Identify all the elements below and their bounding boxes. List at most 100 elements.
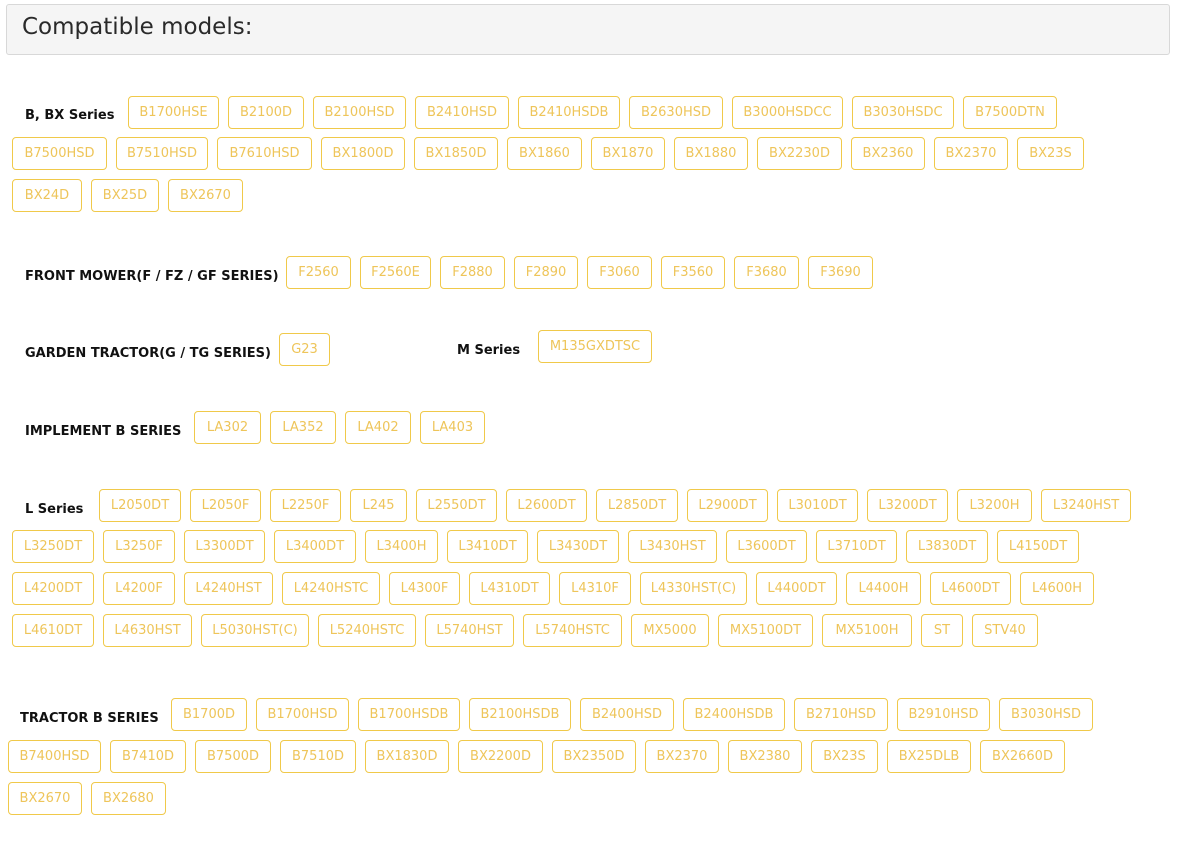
model-tag-l5740hst[interactable]: L5740HST	[425, 614, 514, 647]
model-tag-f2890[interactable]: F2890	[514, 256, 578, 289]
model-tag-l5740hstc[interactable]: L5740HSTC	[523, 614, 622, 647]
model-tag-l3830dt[interactable]: L3830DT	[906, 530, 988, 563]
model-tag-f2560e[interactable]: F2560E	[360, 256, 431, 289]
model-tag-bx2200d[interactable]: BX2200D	[458, 740, 543, 773]
model-tag-bx25d[interactable]: BX25D	[91, 179, 159, 212]
model-tag-l3710dt[interactable]: L3710DT	[816, 530, 897, 563]
model-tag-f3690[interactable]: F3690	[808, 256, 873, 289]
model-tag-b2100hsd[interactable]: B2100HSD	[313, 96, 406, 129]
model-tag-l4610dt[interactable]: L4610DT	[12, 614, 94, 647]
model-tag-b2100d[interactable]: B2100D	[228, 96, 304, 129]
model-tag-bx1870[interactable]: BX1870	[591, 137, 665, 170]
model-tag-l4150dt[interactable]: L4150DT	[997, 530, 1079, 563]
model-tag-bx2370[interactable]: BX2370	[645, 740, 719, 773]
model-tag-b3030hsd[interactable]: B3030HSD	[999, 698, 1093, 731]
model-tag-bx1880[interactable]: BX1880	[674, 137, 748, 170]
model-tag-l3250f[interactable]: L3250F	[103, 530, 175, 563]
model-tag-l3410dt[interactable]: L3410DT	[447, 530, 528, 563]
model-tag-l3430hst[interactable]: L3430HST	[628, 530, 717, 563]
model-tag-b7410d[interactable]: B7410D	[110, 740, 186, 773]
model-tag-l4200f[interactable]: L4200F	[103, 572, 175, 605]
model-tag-mx5100dt[interactable]: MX5100DT	[718, 614, 813, 647]
model-tag-mx5000[interactable]: MX5000	[631, 614, 709, 647]
model-tag-b3000hsdcc[interactable]: B3000HSDCC	[732, 96, 843, 129]
model-tag-la403[interactable]: LA403	[420, 411, 485, 444]
model-tag-la402[interactable]: LA402	[345, 411, 411, 444]
model-tag-bx2360[interactable]: BX2360	[851, 137, 925, 170]
model-tag-bx2370[interactable]: BX2370	[934, 137, 1008, 170]
model-tag-la352[interactable]: LA352	[270, 411, 336, 444]
model-tag-l4400dt[interactable]: L4400DT	[756, 572, 837, 605]
model-tag-la302[interactable]: LA302	[194, 411, 261, 444]
model-tag-l5030hst-c[interactable]: L5030HST(C)	[201, 614, 309, 647]
model-tag-bx25dlb[interactable]: BX25DLB	[887, 740, 971, 773]
model-tag-l4310f[interactable]: L4310F	[559, 572, 631, 605]
model-tag-bx2670[interactable]: BX2670	[8, 782, 82, 815]
model-tag-l4300f[interactable]: L4300F	[389, 572, 460, 605]
model-tag-f3560[interactable]: F3560	[661, 256, 725, 289]
model-tag-g23[interactable]: G23	[279, 333, 330, 366]
model-tag-b2410hsdb[interactable]: B2410HSDB	[518, 96, 620, 129]
model-tag-bx1860[interactable]: BX1860	[507, 137, 582, 170]
model-tag-bx1830d[interactable]: BX1830D	[365, 740, 449, 773]
model-tag-b1700d[interactable]: B1700D	[171, 698, 247, 731]
model-tag-l4600dt[interactable]: L4600DT	[930, 572, 1011, 605]
model-tag-b2910hsd[interactable]: B2910HSD	[897, 698, 990, 731]
model-tag-b7510hsd[interactable]: B7510HSD	[116, 137, 208, 170]
model-tag-b7500dtn[interactable]: B7500DTN	[963, 96, 1057, 129]
model-tag-l3250dt[interactable]: L3250DT	[12, 530, 94, 563]
model-tag-l4240hstc[interactable]: L4240HSTC	[282, 572, 380, 605]
model-tag-l3300dt[interactable]: L3300DT	[184, 530, 265, 563]
model-tag-bx23s[interactable]: BX23S	[811, 740, 878, 773]
model-tag-f3680[interactable]: F3680	[734, 256, 799, 289]
model-tag-bx1800d[interactable]: BX1800D	[321, 137, 405, 170]
model-tag-bx2230d[interactable]: BX2230D	[757, 137, 842, 170]
model-tag-l4330hst-c[interactable]: L4330HST(C)	[640, 572, 747, 605]
model-tag-l4630hst[interactable]: L4630HST	[103, 614, 192, 647]
model-tag-b2710hsd[interactable]: B2710HSD	[794, 698, 888, 731]
model-tag-bx2380[interactable]: BX2380	[728, 740, 802, 773]
model-tag-l2550dt[interactable]: L2550DT	[416, 489, 497, 522]
model-tag-b7500d[interactable]: B7500D	[195, 740, 271, 773]
model-tag-l4200dt[interactable]: L4200DT	[12, 572, 94, 605]
model-tag-bx1850d[interactable]: BX1850D	[414, 137, 498, 170]
model-tag-f3060[interactable]: F3060	[587, 256, 652, 289]
model-tag-b2400hsdb[interactable]: B2400HSDB	[683, 698, 785, 731]
model-tag-stv40[interactable]: STV40	[972, 614, 1038, 647]
model-tag-m135gxdtsc[interactable]: M135GXDTSC	[538, 330, 652, 363]
model-tag-b7510d[interactable]: B7510D	[280, 740, 356, 773]
model-tag-bx2350d[interactable]: BX2350D	[552, 740, 636, 773]
model-tag-l3400h[interactable]: L3400H	[365, 530, 438, 563]
model-tag-b2630hsd[interactable]: B2630HSD	[629, 96, 723, 129]
model-tag-l2900dt[interactable]: L2900DT	[687, 489, 768, 522]
model-tag-l2050dt[interactable]: L2050DT	[99, 489, 181, 522]
model-tag-l4400h[interactable]: L4400H	[846, 572, 921, 605]
model-tag-b7610hsd[interactable]: B7610HSD	[217, 137, 312, 170]
model-tag-bx2680[interactable]: BX2680	[91, 782, 166, 815]
model-tag-b2410hsd[interactable]: B2410HSD	[415, 96, 509, 129]
model-tag-l4310dt[interactable]: L4310DT	[469, 572, 550, 605]
model-tag-mx5100h[interactable]: MX5100H	[822, 614, 912, 647]
model-tag-l3010dt[interactable]: L3010DT	[777, 489, 858, 522]
model-tag-b2400hsd[interactable]: B2400HSD	[580, 698, 674, 731]
model-tag-b2100hsdb[interactable]: B2100HSDB	[469, 698, 571, 731]
model-tag-bx24d[interactable]: BX24D	[12, 179, 82, 212]
model-tag-b1700hsd[interactable]: B1700HSD	[256, 698, 349, 731]
model-tag-l245[interactable]: L245	[350, 489, 407, 522]
model-tag-l5240hstc[interactable]: L5240HSTC	[318, 614, 416, 647]
model-tag-l3400dt[interactable]: L3400DT	[274, 530, 356, 563]
model-tag-l2250f[interactable]: L2250F	[270, 489, 341, 522]
model-tag-f2880[interactable]: F2880	[440, 256, 505, 289]
model-tag-b7500hsd[interactable]: B7500HSD	[12, 137, 107, 170]
model-tag-st[interactable]: ST	[921, 614, 963, 647]
model-tag-l4240hst[interactable]: L4240HST	[184, 572, 273, 605]
model-tag-l3430dt[interactable]: L3430DT	[537, 530, 619, 563]
model-tag-b3030hsdc[interactable]: B3030HSDC	[852, 96, 954, 129]
model-tag-l2050f[interactable]: L2050F	[190, 489, 261, 522]
model-tag-bx23s[interactable]: BX23S	[1017, 137, 1084, 170]
model-tag-bx2660d[interactable]: BX2660D	[980, 740, 1065, 773]
model-tag-l2600dt[interactable]: L2600DT	[506, 489, 587, 522]
model-tag-bx2670[interactable]: BX2670	[168, 179, 243, 212]
model-tag-b1700hse[interactable]: B1700HSE	[128, 96, 219, 129]
model-tag-l3200dt[interactable]: L3200DT	[867, 489, 948, 522]
